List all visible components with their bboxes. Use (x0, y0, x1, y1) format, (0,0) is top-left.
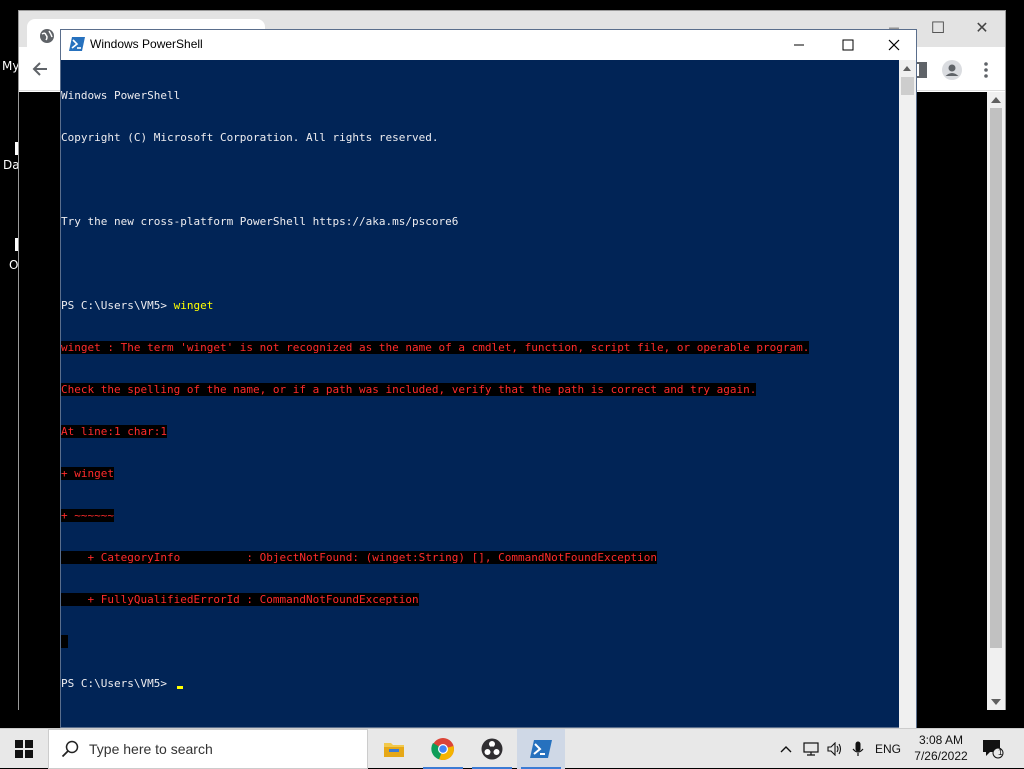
maximize-button[interactable] (825, 30, 871, 60)
clock-time: 3:08 AM (918, 733, 964, 747)
clock[interactable]: 3:08 AM 7/26/2022 (908, 732, 974, 764)
speaker-icon (827, 742, 842, 756)
command-line: PS C:\Users\VM5> winget (61, 299, 901, 313)
more-menu-icon[interactable] (975, 59, 997, 81)
console-line: Windows PowerShell (61, 89, 181, 102)
search-icon (61, 740, 79, 758)
windows-logo-icon (15, 740, 33, 758)
powershell-icon (69, 37, 85, 51)
console-scrollbar[interactable] (899, 60, 916, 728)
chevron-up-icon (780, 746, 792, 753)
obs-icon (481, 738, 503, 760)
clock-date: 7/26/2022 (914, 749, 968, 763)
powershell-icon (530, 740, 552, 758)
desktop-label-fragment: My (2, 59, 20, 73)
error-line (61, 635, 68, 648)
error-line: + CategoryInfo : ObjectNotFound: (winget… (61, 551, 658, 564)
maximize-icon (842, 39, 854, 51)
error-line: At line:1 char:1 (61, 425, 167, 438)
prompt: PS C:\Users\VM5> (61, 677, 174, 690)
error-line: + ~~~~~~ (61, 509, 114, 522)
window-title: Windows PowerShell (90, 37, 203, 51)
show-hidden-icons-button[interactable] (776, 729, 796, 769)
prompt-line: PS C:\Users\VM5> (61, 677, 901, 691)
powershell-window: Windows PowerShell Windows PowerShell Co… (60, 29, 917, 728)
chrome-taskbar-button[interactable] (419, 729, 467, 769)
error-line: + FullyQualifiedErrorId : CommandNotFoun… (61, 593, 419, 606)
command-text: winget (173, 299, 214, 312)
obs-taskbar-button[interactable] (468, 729, 516, 769)
scrollbar-thumb[interactable] (901, 77, 914, 95)
back-arrow-icon[interactable] (27, 57, 55, 81)
volume-button[interactable] (824, 729, 846, 769)
network-button[interactable] (800, 729, 822, 769)
folder-icon (384, 743, 404, 757)
taskbar-search-box[interactable]: Type here to search (48, 729, 368, 769)
text-cursor (176, 686, 183, 689)
taskbar: Type here to search ENG 3:08 AM 7/26/202… (0, 728, 1024, 769)
minimize-icon (794, 44, 804, 46)
close-icon (888, 39, 900, 51)
scroll-up-icon[interactable] (903, 66, 911, 71)
chrome-maximize-button[interactable]: ☐ (915, 15, 961, 41)
file-explorer-taskbar-button[interactable] (370, 729, 418, 769)
language-indicator[interactable]: ENG (872, 729, 904, 769)
chrome-scrollbar[interactable] (987, 92, 1005, 710)
chrome-icon (431, 738, 454, 761)
start-button[interactable] (0, 729, 48, 769)
console-output[interactable]: Windows PowerShell Copyright (C) Microso… (61, 60, 901, 728)
microphone-icon (852, 741, 864, 756)
error-line: winget : The term 'winget' is not recogn… (61, 341, 810, 354)
powershell-title-bar[interactable]: Windows PowerShell (61, 30, 916, 60)
chrome-close-button[interactable]: ✕ (959, 15, 1005, 41)
minimize-button[interactable] (776, 30, 822, 60)
notification-center-button[interactable]: 1 (978, 729, 1008, 769)
globe-icon (40, 29, 54, 43)
close-button[interactable] (871, 30, 917, 60)
scroll-down-icon[interactable] (991, 699, 1001, 705)
scrollbar-thumb[interactable] (990, 108, 1002, 648)
error-line: Check the spelling of the name, or if a … (61, 383, 757, 396)
powershell-taskbar-button[interactable] (517, 729, 565, 769)
network-icon (803, 742, 819, 756)
scroll-up-icon[interactable] (991, 97, 1001, 103)
notification-count: 1 (998, 748, 1003, 757)
prompt: PS C:\Users\VM5> (61, 299, 174, 312)
error-line: + winget (61, 467, 114, 480)
console-line: Copyright (C) Microsoft Corporation. All… (61, 131, 439, 144)
console-line: Try the new cross-platform PowerShell ht… (61, 215, 459, 228)
search-placeholder: Type here to search (89, 741, 213, 757)
profile-avatar-icon[interactable] (941, 59, 963, 81)
microphone-button[interactable] (848, 729, 868, 769)
